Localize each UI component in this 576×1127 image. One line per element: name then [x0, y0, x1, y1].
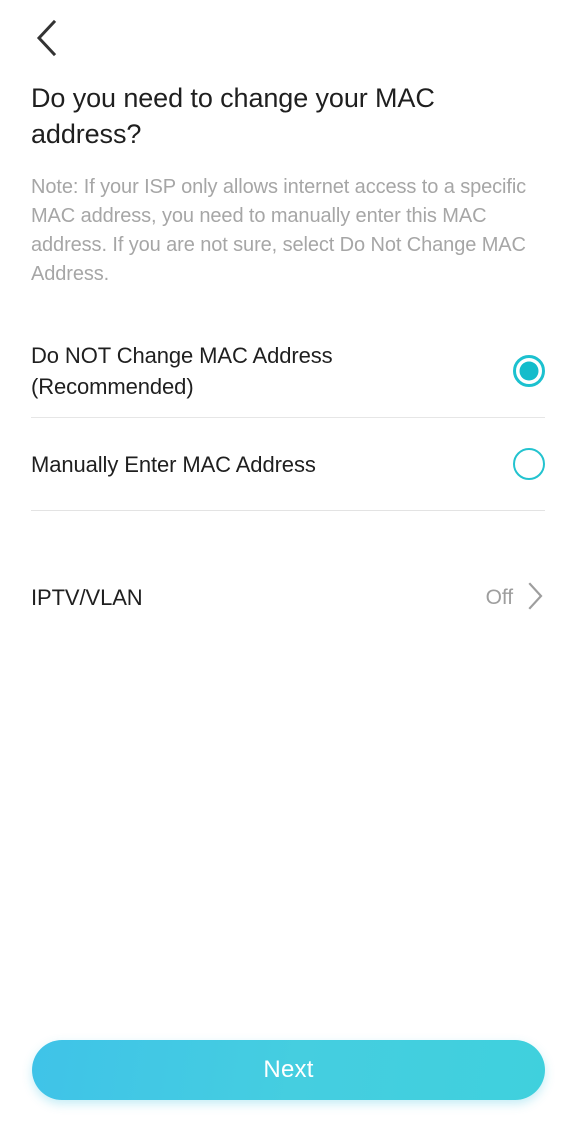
radio-button-manually-enter-mac[interactable] [513, 448, 545, 480]
next-button[interactable]: Next [32, 1040, 545, 1100]
chevron-right-icon [527, 581, 545, 616]
radio-button-do-not-change-mac[interactable] [513, 355, 545, 387]
settings-row-iptv-vlan[interactable]: IPTV/VLAN Off [0, 561, 576, 635]
next-button-label: Next [263, 1056, 314, 1083]
option-label: Do NOT Change MAC Address (Recommended) [31, 343, 333, 399]
back-button[interactable] [18, 10, 74, 66]
page-note: Note: If your ISP only allows internet a… [31, 176, 527, 285]
page-title: Do you need to change your MAC address? [31, 83, 435, 149]
option-label: Manually Enter MAC Address [31, 451, 316, 477]
settings-row-value: Off [485, 586, 513, 609]
option-row-do-not-change-mac[interactable]: Do NOT Change MAC Address (Recommended) [0, 325, 576, 417]
option-divider [31, 510, 545, 511]
settings-row-right: Off [486, 581, 545, 616]
settings-row-label: IPTV/VLAN [31, 585, 143, 610]
navigation-bar [0, 0, 576, 72]
mac-address-setup-screen: Do you need to change your MAC address? … [0, 0, 576, 1127]
mac-address-option-list: Do NOT Change MAC Address (Recommended) … [0, 325, 576, 511]
chevron-left-icon [34, 18, 58, 58]
option-row-manually-enter-mac[interactable]: Manually Enter MAC Address [0, 418, 576, 510]
